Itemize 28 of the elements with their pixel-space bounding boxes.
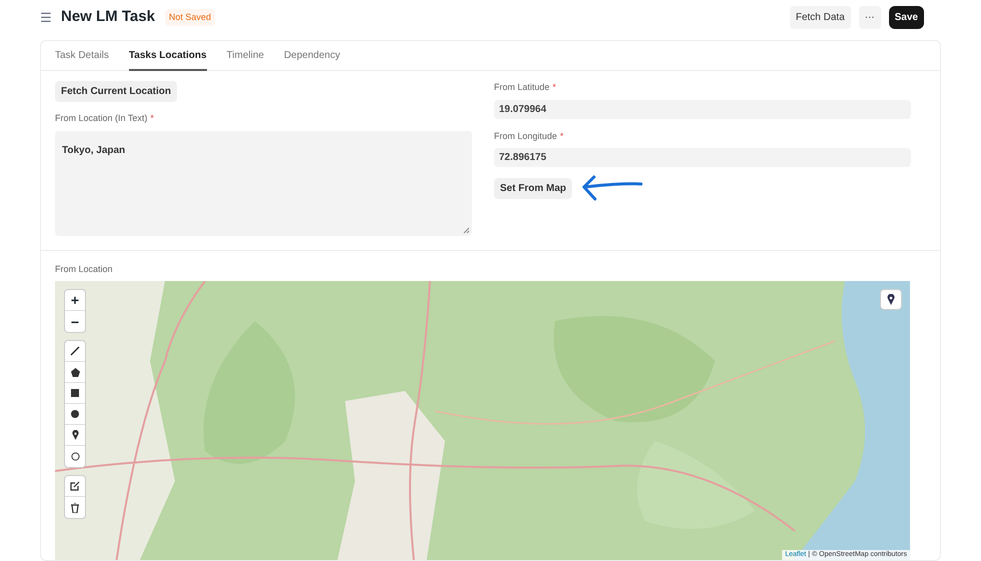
menu-icon[interactable]: ☰ (40, 8, 52, 28)
page-title: New LM Task (61, 7, 155, 28)
action-button[interactable]: ··· (858, 6, 881, 29)
field-label: From Longitude (494, 130, 558, 143)
tab[interactable]: Timeline (226, 41, 264, 71)
tab[interactable]: Dependency (284, 41, 340, 71)
annotation-arrow-icon (581, 175, 644, 201)
save-button[interactable]: Save (888, 6, 924, 29)
locate-button[interactable] (880, 289, 902, 310)
required-mark: * (560, 130, 564, 142)
action-button[interactable]: Fetch Data (790, 6, 851, 29)
field-label: From Latitude (494, 81, 550, 94)
set-from-map-button[interactable]: Set From Map (494, 178, 572, 198)
status-badge: Not Saved (164, 8, 215, 26)
map-label: From Location (55, 262, 114, 276)
zoom-in-button[interactable]: + (65, 290, 85, 311)
required-mark: * (552, 81, 556, 94)
tab[interactable]: Task Details (55, 41, 109, 71)
tab[interactable]: Tasks Locations (128, 41, 207, 71)
fetch-location-button[interactable]: Fetch Current Location (55, 81, 178, 102)
marker-icon (887, 294, 895, 305)
required-mark: * (150, 112, 154, 125)
location-text-area[interactable]: Tokyo, Japan (55, 130, 472, 236)
resize-handle-icon[interactable] (463, 226, 470, 234)
zoom-out-button[interactable]: − (65, 311, 85, 332)
field-label: From Location (In Text) (55, 112, 148, 125)
input-field[interactable]: 19.079964 (494, 100, 911, 118)
input-field[interactable]: 72.896175 (494, 148, 911, 167)
